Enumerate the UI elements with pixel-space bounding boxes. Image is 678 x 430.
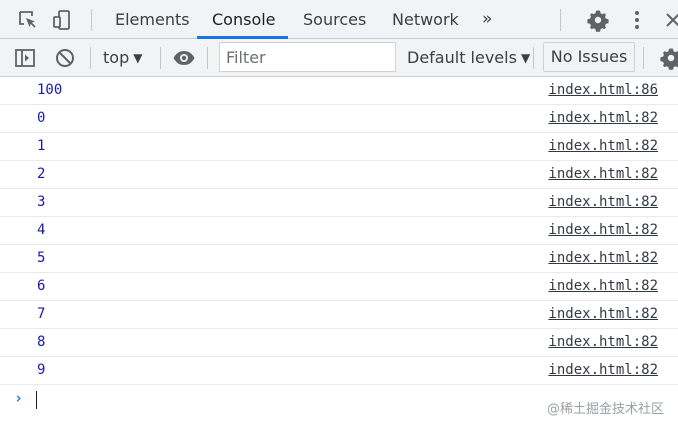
- toolbar-divider: [91, 9, 92, 31]
- console-message-row: 0 index.html:82: [0, 105, 678, 133]
- console-message-row: 1 index.html:82: [0, 133, 678, 161]
- tab-network[interactable]: Network: [392, 0, 459, 39]
- toolbar-divider: [643, 47, 644, 69]
- clear-console-icon[interactable]: [53, 46, 77, 70]
- live-expression-eye-icon[interactable]: [172, 46, 196, 70]
- devtools-tab-bar: Elements Console Sources Network »: [0, 0, 678, 39]
- source-link[interactable]: index.html:82: [548, 362, 658, 378]
- device-toolbar-icon[interactable]: [51, 8, 75, 32]
- prompt-chevron-icon: ›: [14, 389, 24, 407]
- filter-input[interactable]: [219, 42, 396, 72]
- console-toolbar: top▼ Default levels▼ No Issues: [0, 39, 678, 77]
- issues-button[interactable]: No Issues: [543, 42, 635, 72]
- logged-value: 7: [37, 306, 46, 322]
- logged-value: 1: [37, 138, 46, 154]
- logged-value: 6: [37, 278, 46, 294]
- close-icon[interactable]: [661, 8, 678, 32]
- logged-value: 0: [37, 110, 46, 126]
- watermark: @稀土掘金技术社区: [546, 402, 664, 417]
- console-message-row: 8 index.html:82: [0, 329, 678, 357]
- tab-sources[interactable]: Sources: [303, 0, 366, 39]
- toolbar-divider: [160, 47, 161, 69]
- logged-value: 8: [37, 334, 46, 350]
- toolbar-divider: [560, 9, 561, 31]
- dropdown-caret-icon: ▼: [133, 51, 143, 65]
- console-message-row: 4 index.html:82: [0, 217, 678, 245]
- source-link[interactable]: index.html:82: [548, 334, 658, 350]
- source-link[interactable]: index.html:82: [548, 138, 658, 154]
- source-link[interactable]: index.html:82: [548, 166, 658, 182]
- source-link[interactable]: index.html:82: [548, 194, 658, 210]
- logged-value: 2: [37, 166, 46, 182]
- source-link[interactable]: index.html:86: [548, 82, 658, 98]
- context-selector[interactable]: top ▼: [103, 39, 142, 76]
- more-options-icon[interactable]: [625, 8, 649, 32]
- console-settings-gear-icon[interactable]: [659, 46, 678, 70]
- console-messages: 100 index.html:86 0 index.html:82 1 inde…: [0, 77, 678, 415]
- logged-value: 4: [37, 222, 46, 238]
- console-message-row: 5 index.html:82: [0, 245, 678, 273]
- logged-value: 9: [37, 362, 46, 378]
- console-message-row: 6 index.html:82: [0, 273, 678, 301]
- source-link[interactable]: index.html:82: [548, 278, 658, 294]
- toolbar-divider: [533, 47, 534, 69]
- inspect-element-icon[interactable]: [16, 8, 40, 32]
- dropdown-caret-icon: ▼: [520, 51, 531, 65]
- settings-gear-icon[interactable]: [586, 8, 610, 32]
- console-message-row: 9 index.html:82: [0, 357, 678, 385]
- logged-value: 100: [37, 82, 63, 98]
- tab-console[interactable]: Console: [212, 0, 276, 39]
- logged-value: 5: [37, 250, 46, 266]
- text-cursor: [36, 391, 37, 409]
- console-message-row: 7 index.html:82: [0, 301, 678, 329]
- source-link[interactable]: index.html:82: [548, 222, 658, 238]
- show-sidebar-icon[interactable]: [13, 46, 37, 70]
- source-link[interactable]: index.html:82: [548, 306, 658, 322]
- chevron-double-right-icon[interactable]: »: [482, 0, 492, 39]
- log-levels-dropdown[interactable]: Default levels ▼: [407, 39, 530, 76]
- console-message-row: 3 index.html:82: [0, 189, 678, 217]
- context-label: top: [103, 48, 130, 67]
- source-link[interactable]: index.html:82: [548, 110, 658, 126]
- logged-value: 3: [37, 194, 46, 210]
- console-message-row: 2 index.html:82: [0, 161, 678, 189]
- log-levels-label: Default levels: [407, 48, 517, 67]
- console-message-row: 100 index.html:86: [0, 77, 678, 105]
- toolbar-divider: [90, 47, 91, 69]
- toolbar-divider: [207, 47, 208, 69]
- source-link[interactable]: index.html:82: [548, 250, 658, 266]
- tab-elements[interactable]: Elements: [115, 0, 190, 39]
